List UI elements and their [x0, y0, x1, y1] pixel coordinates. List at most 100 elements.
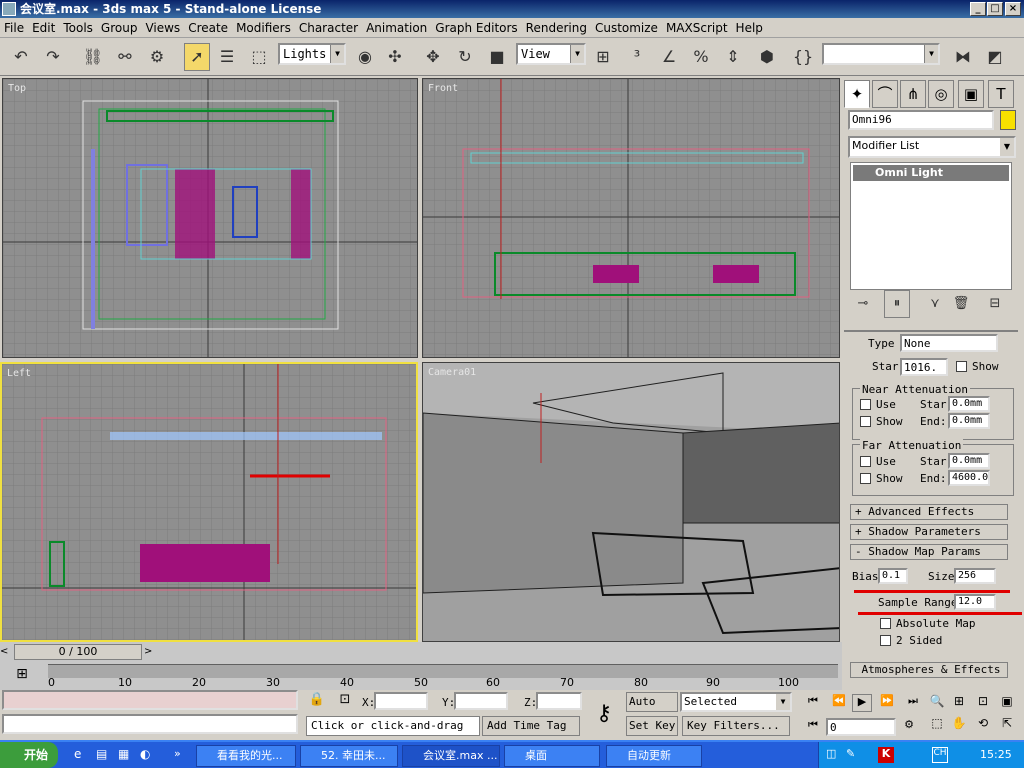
play-icon[interactable]: ▶ [852, 694, 872, 712]
auto-key-button[interactable]: Auto Key [626, 692, 678, 712]
percent-snap-icon[interactable]: % [688, 43, 714, 71]
modifier-list-dropdown[interactable]: Modifier List ▼ [848, 136, 1016, 158]
remove-modifier-icon[interactable]: 🗑 [948, 290, 974, 318]
show-checkbox[interactable] [956, 361, 967, 372]
absolute-map-checkbox[interactable] [880, 618, 891, 629]
pan-icon[interactable]: ✋ [950, 716, 968, 734]
shadow-map-params-rollout[interactable]: - Shadow Map Params [850, 544, 1008, 560]
start-field[interactable]: 1016. [900, 358, 948, 376]
advanced-effects-rollout[interactable]: + Advanced Effects [850, 504, 1008, 520]
configure-sets-icon[interactable]: ⊟ [982, 290, 1008, 318]
unlink-icon[interactable]: ⚯ [112, 43, 138, 71]
show-end-result-icon[interactable]: ⏸ [884, 290, 910, 318]
two-sided-checkbox[interactable] [880, 635, 891, 646]
next-key-icon[interactable]: ⏩ [876, 694, 898, 712]
bias-field[interactable]: 0.1 [878, 568, 908, 584]
maxscript-listener[interactable] [2, 690, 298, 710]
near-end-field[interactable]: 0.0mm [948, 413, 990, 429]
task-button[interactable]: 52. 幸田未... [300, 745, 398, 767]
go-to-end-icon[interactable]: ⏭ [902, 694, 924, 712]
pen-icon[interactable]: ✎ [846, 747, 862, 763]
media-icon[interactable]: ◐ [140, 747, 156, 763]
menu-graph-editors[interactable]: Graph Editors [431, 18, 521, 38]
key-mode-dropdown[interactable]: Selected ▼ [680, 692, 792, 712]
reference-coordinate-dropdown[interactable]: View ▼ [516, 43, 586, 65]
mirror-icon[interactable]: ⧓ [950, 43, 976, 71]
y-coordinate-field[interactable] [454, 692, 508, 710]
object-name-field[interactable]: Omni96 [848, 110, 994, 130]
zoom-extents-all-icon[interactable]: ▣ [998, 694, 1016, 712]
rectangular-selection-icon[interactable]: ⬚ [246, 43, 272, 71]
ime-icon[interactable]: CH [932, 747, 948, 763]
far-show-checkbox[interactable] [860, 473, 871, 484]
z-coordinate-field[interactable] [536, 692, 582, 710]
select-by-name-icon[interactable]: ☰ [214, 43, 240, 71]
modify-tab-icon[interactable]: ⌒ [872, 80, 898, 108]
edit-named-selections-icon[interactable]: {} [790, 43, 816, 71]
object-color-swatch[interactable] [1000, 110, 1016, 130]
explorer-icon[interactable]: ▤ [96, 747, 112, 763]
select-region-icon[interactable]: ◉ [352, 43, 378, 71]
menu-maxscript[interactable]: MAXScript [662, 18, 732, 38]
zoom-icon[interactable]: 🔍 [928, 694, 946, 712]
hierarchy-tab-icon[interactable]: ⋔ [900, 80, 926, 108]
viewport-front[interactable]: Front [422, 78, 840, 358]
set-key-icon[interactable]: ⚷ [584, 692, 624, 736]
bind-space-warp-icon[interactable]: ⚙ [144, 43, 170, 71]
zoom-extents-icon[interactable]: ⊡ [974, 694, 992, 712]
task-button-active[interactable]: 会议室.max ... [402, 745, 500, 767]
region-zoom-icon[interactable]: ⬚ [928, 716, 946, 734]
angle-snap-icon[interactable]: ∠ [656, 43, 682, 71]
size-field[interactable]: 256 [954, 568, 996, 584]
add-time-tag-button[interactable]: Add Time Tag [482, 716, 580, 736]
time-slider[interactable]: 0 / 100 [14, 644, 142, 660]
task-button[interactable]: 桌面 [504, 745, 600, 767]
track-bar-icon[interactable]: ⊞ [10, 666, 34, 686]
time-configuration-icon[interactable]: ⚙ [900, 718, 918, 736]
align-icon[interactable]: ◩ [982, 43, 1008, 71]
desktop-icon[interactable]: ▦ [118, 747, 134, 763]
rotate-icon[interactable]: ↻ [452, 43, 478, 71]
menu-help[interactable]: Help [732, 18, 767, 38]
prev-frame-icon[interactable]: < [0, 644, 12, 660]
key-mode-toggle-icon[interactable]: ⏮ [804, 718, 822, 736]
redo-icon[interactable]: ↷ [40, 43, 66, 71]
near-start-field[interactable]: 0.0mm [948, 396, 990, 412]
type-dropdown[interactable]: None [900, 334, 998, 352]
create-tab-icon[interactable]: ✦ [844, 80, 870, 108]
minimize-button[interactable]: _ [970, 2, 986, 16]
close-button[interactable]: × [1005, 2, 1021, 16]
set-key-button[interactable]: Set Key [626, 716, 678, 736]
app-icon[interactable] [2, 2, 16, 16]
absolute-mode-icon[interactable]: ⊡ [334, 692, 356, 712]
link-icon[interactable]: ⛓ [80, 43, 106, 71]
more-icon[interactable]: » [174, 747, 186, 763]
go-to-start-icon[interactable]: ⏮ [802, 694, 824, 712]
far-start-field[interactable]: 0.0mm [948, 453, 990, 469]
start-button[interactable]: 开始 [0, 742, 58, 768]
maximize-viewport-icon[interactable]: ⇱ [998, 716, 1016, 734]
menu-customize[interactable]: Customize [591, 18, 662, 38]
stack-item-omni-light[interactable]: Omni Light [853, 165, 1009, 181]
viewport-top[interactable]: Top [2, 78, 418, 358]
task-button[interactable]: 看看我的光... [196, 745, 296, 767]
menu-character[interactable]: Character [295, 18, 362, 38]
menu-views[interactable]: Views [141, 18, 184, 38]
lock-selection-icon[interactable]: 🔒 [306, 692, 328, 712]
utilities-tab-icon[interactable]: T [988, 80, 1014, 108]
viewport-camera[interactable]: Camera01 [422, 362, 840, 642]
pin-stack-icon[interactable]: ⊸ [850, 290, 876, 318]
k-icon[interactable]: K [878, 747, 894, 763]
menu-file[interactable]: File [0, 18, 28, 38]
far-end-field[interactable]: 4600.0 [948, 470, 990, 486]
menu-tools[interactable]: Tools [59, 18, 97, 38]
menu-animation[interactable]: Animation [362, 18, 431, 38]
network-icon[interactable]: ◫ [826, 747, 842, 763]
x-coordinate-field[interactable] [374, 692, 428, 710]
far-use-checkbox[interactable] [860, 456, 871, 467]
display-tab-icon[interactable]: ▣ [958, 80, 984, 108]
viewport-left[interactable]: Left [0, 362, 418, 642]
near-show-checkbox[interactable] [860, 416, 871, 427]
menu-modifiers[interactable]: Modifiers [232, 18, 295, 38]
key-filters-button[interactable]: Key Filters... [682, 716, 790, 736]
